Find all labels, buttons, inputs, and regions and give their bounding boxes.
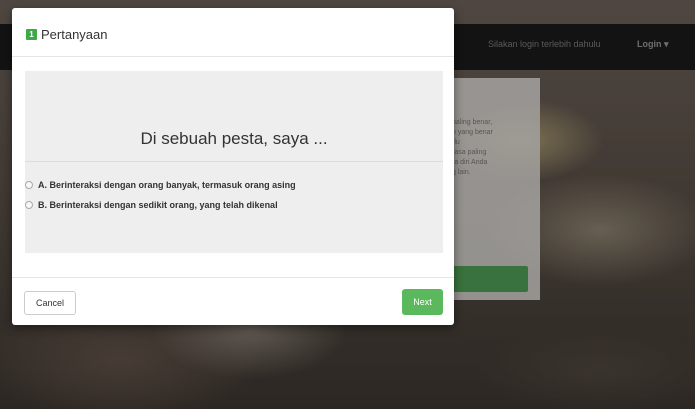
option-a-label: A. Berinteraksi dengan orang banyak, ter… [38,180,296,190]
modal-header: 1 Pertanyaan [12,8,454,57]
next-button[interactable]: Next [402,289,443,315]
question-text: Di sebuah pesta, saya ... [140,129,328,148]
question-box: Di sebuah pesta, saya ... A. Berinteraks… [25,71,443,253]
question-number-badge: 1 [26,29,37,40]
cancel-button[interactable]: Cancel [24,291,76,315]
question-modal: 1 Pertanyaan Di sebuah pesta, saya ... A… [12,8,454,325]
option-a-radio[interactable] [25,181,33,189]
option-b[interactable]: B. Berinteraksi dengan sedikit orang, ya… [25,198,278,212]
option-a[interactable]: A. Berinteraksi dengan orang banyak, ter… [25,178,296,192]
option-b-label: B. Berinteraksi dengan sedikit orang, ya… [38,200,278,210]
modal-title: Pertanyaan [41,27,108,42]
option-b-radio[interactable] [25,201,33,209]
question-divider [25,161,443,162]
modal-footer: Cancel Next [12,277,454,326]
